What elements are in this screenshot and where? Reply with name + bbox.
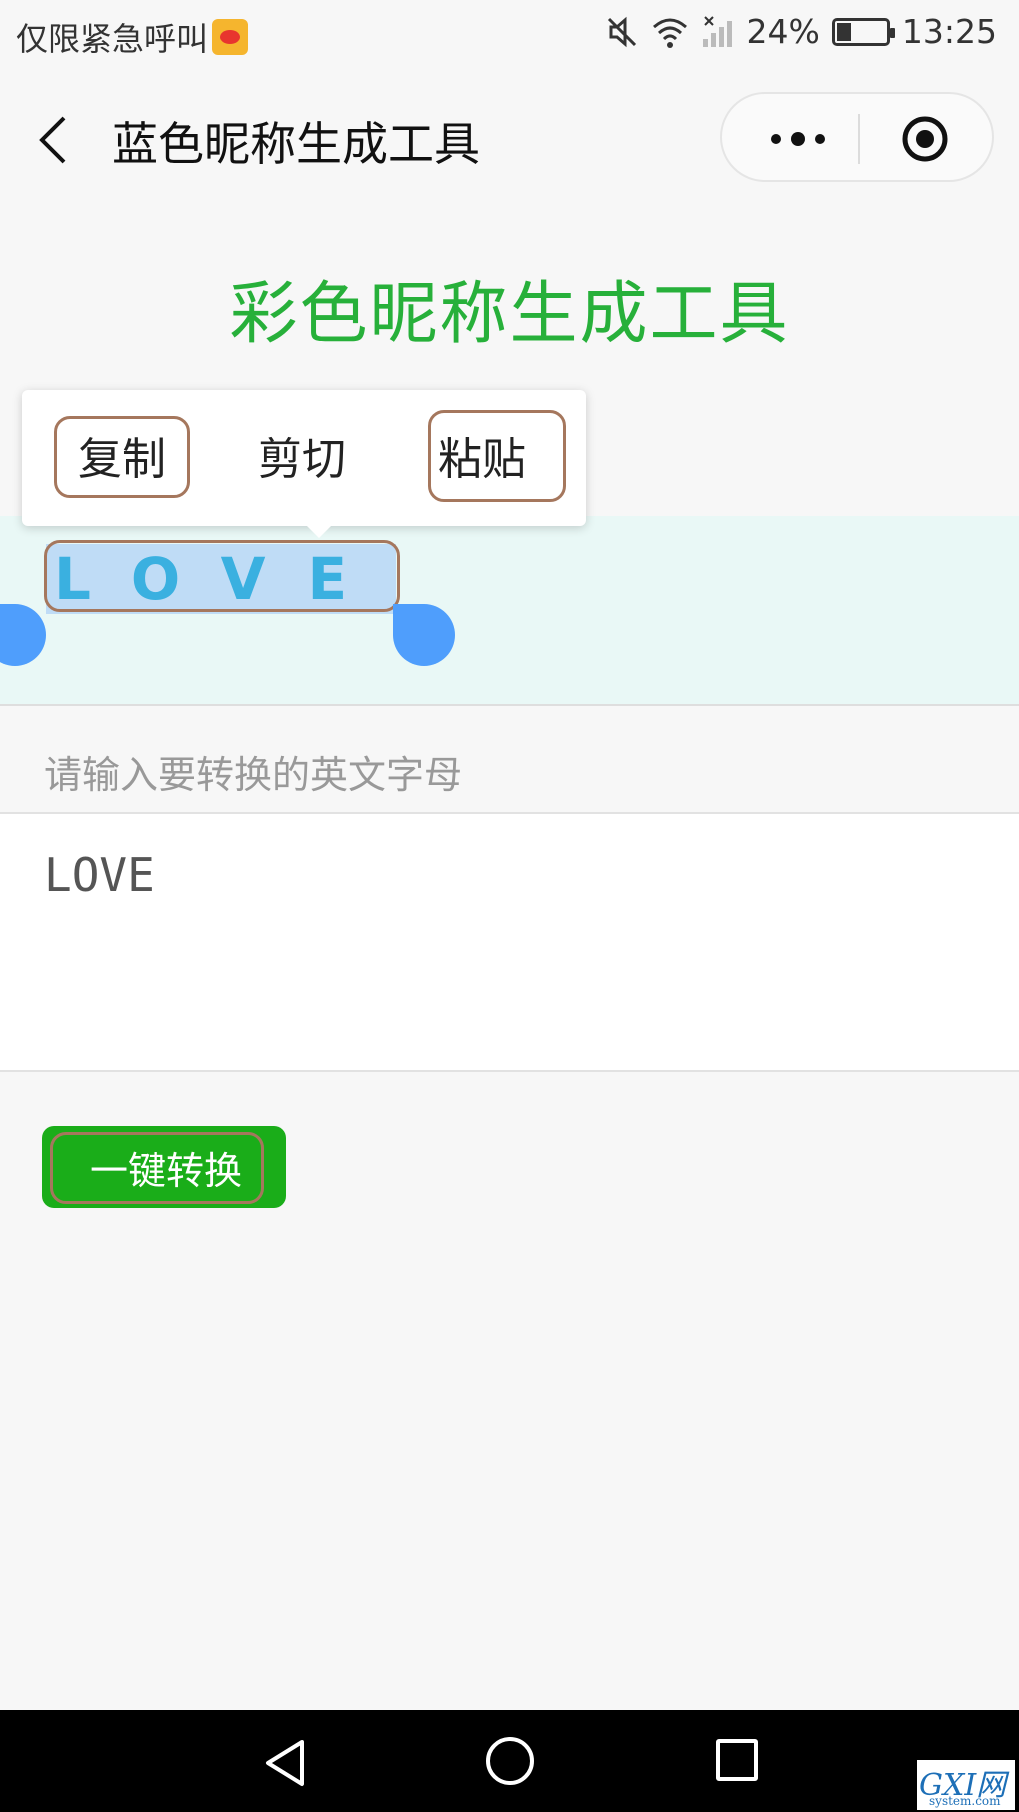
convert-button[interactable]: 一键转换 — [42, 1126, 286, 1208]
carrier-text: 仅限紧急呼叫 — [16, 20, 209, 58]
selection-handle-left[interactable] — [0, 604, 46, 666]
weibo-icon — [212, 19, 249, 55]
annotation-box-paste — [428, 410, 566, 502]
signal-icon — [701, 15, 735, 49]
nav-recent-icon[interactable] — [716, 1739, 758, 1781]
battery-percent: 24% — [746, 12, 820, 51]
selection-handle-right[interactable] — [393, 604, 455, 666]
android-nav-bar — [0, 1710, 1019, 1812]
input-value[interactable]: LOVE — [44, 848, 155, 902]
mute-icon — [605, 15, 639, 49]
battery-icon — [831, 17, 895, 46]
capsule-divider — [858, 114, 860, 164]
page-heading: 彩色昵称生成工具 — [229, 275, 790, 354]
input-label: 请输入要转换的英文字母 — [44, 753, 463, 797]
close-miniprogram-icon[interactable] — [900, 114, 950, 164]
watermark-sub: system.com — [929, 1794, 1001, 1808]
nav-back-icon[interactable] — [262, 1738, 308, 1788]
more-icon[interactable] — [760, 122, 840, 156]
nav-title: 蓝色昵称生成工具 — [112, 117, 480, 171]
context-menu: 复制 剪切 粘贴 — [22, 390, 586, 538]
app-screen: 仅限紧急呼叫 24% 13:25 蓝色昵称生成工具 彩色昵称生成工具 LOVE … — [0, 0, 1019, 1812]
status-right: 24% 13:25 — [605, 12, 997, 51]
nav-bar: 蓝色昵称生成工具 — [0, 70, 1019, 200]
capsule-menu — [720, 92, 994, 182]
wifi-icon — [651, 15, 689, 49]
status-bar: 仅限紧急呼叫 24% 13:25 — [0, 0, 1019, 70]
menu-item-cut[interactable]: 剪切 — [258, 430, 346, 490]
watermark-logo: GXI网 system.com — [917, 1760, 1015, 1810]
annotation-box-result — [44, 540, 400, 612]
nav-home-icon[interactable] — [486, 1737, 534, 1785]
annotation-box-copy — [54, 416, 190, 498]
status-left: 仅限紧急呼叫 — [16, 14, 249, 60]
text-input[interactable]: LOVE — [0, 812, 1019, 1072]
result-area[interactable]: LOVE — [0, 516, 1019, 706]
back-icon[interactable] — [34, 112, 74, 168]
annotation-box-convert — [50, 1132, 264, 1204]
clock-time: 13:25 — [901, 12, 997, 51]
